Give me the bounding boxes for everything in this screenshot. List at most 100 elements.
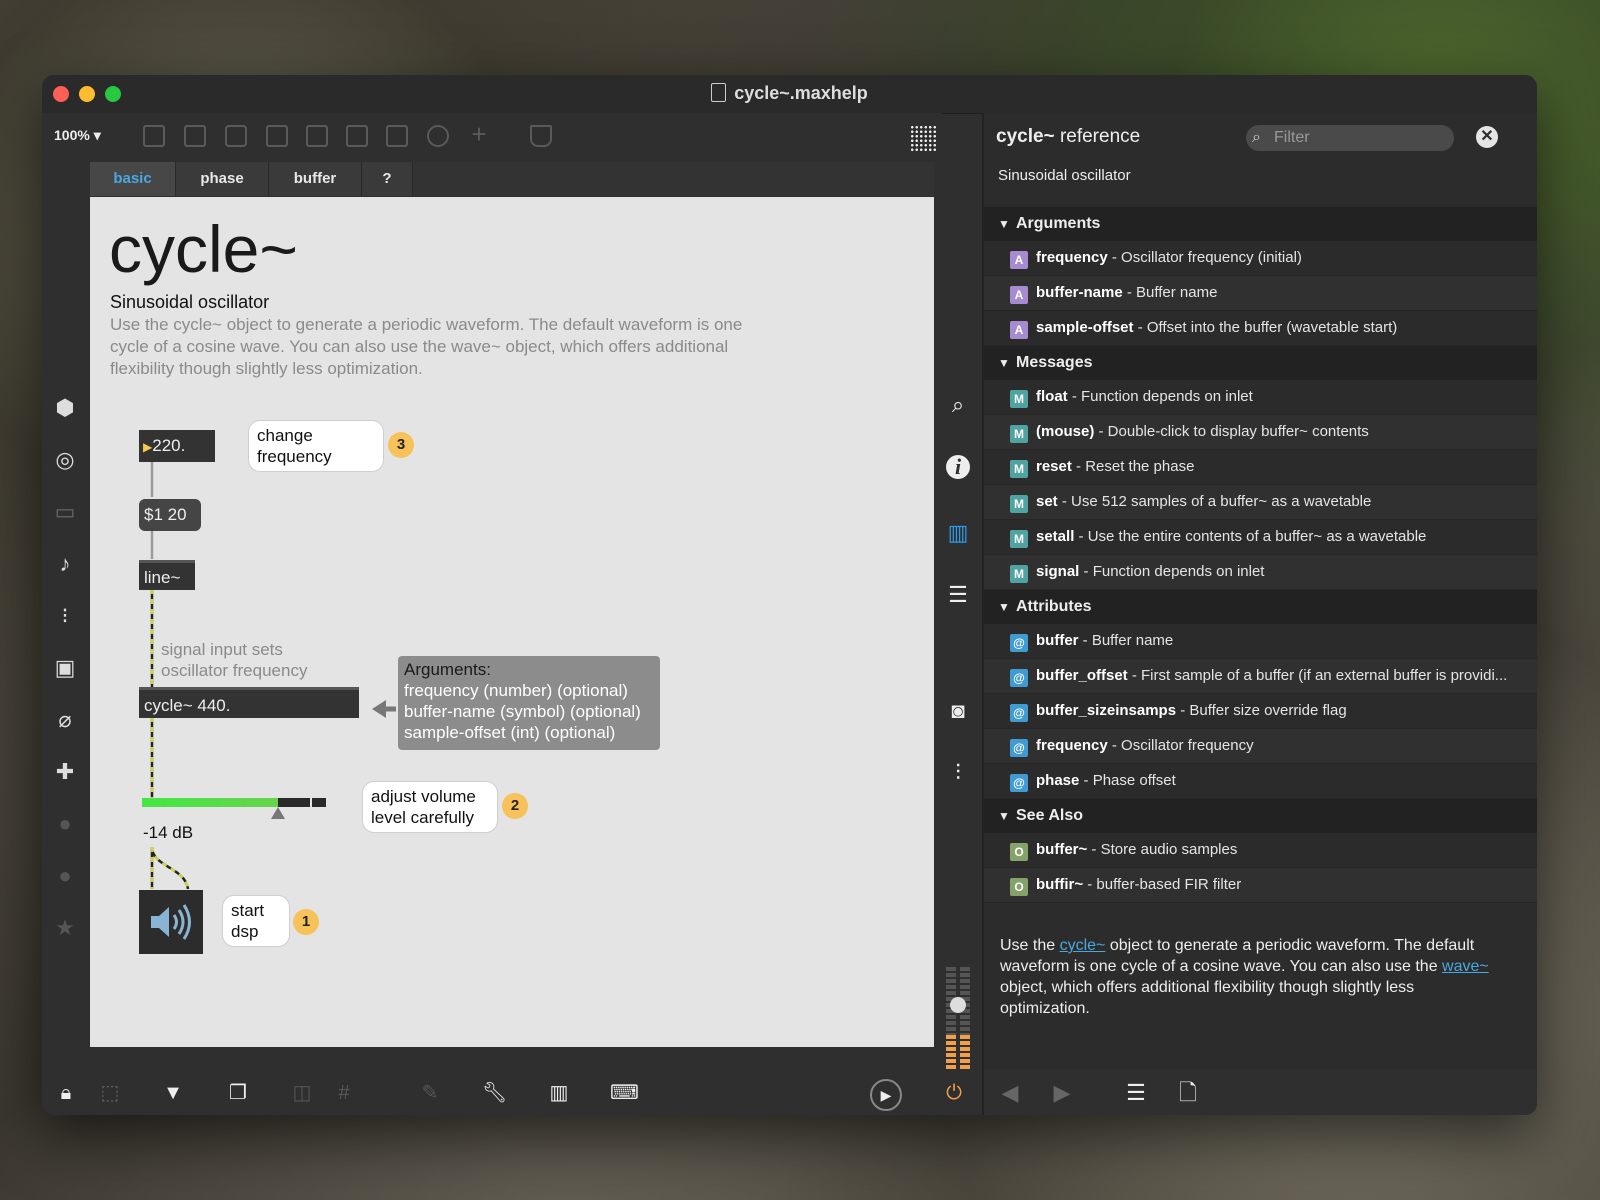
tab-help[interactable]: ? [362,162,413,196]
media-icon[interactable]: ▭ [54,501,76,523]
mute-icon[interactable]: ◫ [290,1081,314,1105]
target-icon[interactable]: ◎ [54,449,76,471]
info-icon[interactable]: i [946,455,970,479]
presentation-select-icon[interactable]: ⬚ [98,1081,122,1105]
row-description: - Phase offset [1079,772,1176,789]
grid-toggle-icon[interactable] [910,125,938,153]
paperclip-icon[interactable]: ⌀ [54,709,76,731]
disclosure-triangle-icon: ▼ [998,809,1010,823]
row-description: - Buffer name [1122,284,1218,301]
gain-slider-knob[interactable] [271,807,285,819]
patcher-canvas[interactable]: cycle~ Sinusoidal oscillator Use the cyc… [90,197,934,1047]
plugin-icon[interactable]: ✚ [54,761,76,783]
reference-row-buffer-offset[interactable]: @ buffer_offset - First sample of a buffe… [984,659,1537,694]
ramp-message-box[interactable]: $1 20 [139,499,201,531]
maxhelp-window: cycle~.maxhelp 100% ▾ + basic phase buff… [42,75,1537,1115]
bubble-line: level carefully [371,808,474,827]
reference-row-buffer[interactable]: @ buffer - Buffer name [984,624,1537,659]
patch-cords [150,460,396,890]
new-comment-icon[interactable] [225,125,247,147]
frequency-number-box[interactable]: ▶220. [139,430,215,462]
new-toggle-icon[interactable] [266,125,288,147]
back-arrow-icon[interactable]: ◀ [998,1081,1022,1105]
transport-play-icon[interactable]: ▶ [870,1079,902,1111]
document-icon[interactable]: 🗋 [1176,1081,1200,1105]
music-note-icon[interactable]: ♪ [54,553,76,575]
new-slider-icon[interactable] [386,125,408,147]
new-button-icon[interactable] [306,125,328,147]
reference-row-setall[interactable]: Msetall - Use the entire contents of a b… [984,520,1537,555]
reference-row-set[interactable]: Mset - Use 512 samples of a buffer~ as a… [984,485,1537,520]
zoom-menu[interactable]: 100% ▾ [54,127,101,144]
sequence-icon[interactable]: ⁝ [54,605,76,627]
ezdac-button[interactable] [139,890,203,954]
debug-icon[interactable]: ✎ [418,1081,442,1105]
packages-icon[interactable]: ⬢ [54,397,76,419]
reference-row-buffer[interactable]: Obuffer~ - Store audio samples [984,833,1537,868]
tab-basic[interactable]: basic [90,162,176,196]
reference-description: Use the cycle~ object to generate a peri… [1000,935,1505,1019]
comment-line: signal input sets [161,640,283,659]
reference-row-mouse[interactable]: M (mouse) - Double-click to display buffe… [984,415,1537,450]
favorites-star-icon[interactable]: ★ [54,917,76,939]
reference-row-buffer-sizeinsamps[interactable]: @ buffer_sizeinsamps - Buffer size overri… [984,694,1537,729]
row-description: - buffer-based FIR filter [1083,876,1242,893]
row-name: float [1036,388,1068,405]
presentation-icon[interactable]: ▼ [161,1081,185,1105]
grid-icon[interactable]: # [332,1081,356,1105]
list-icon[interactable]: ☰ [946,583,970,607]
cycle-link[interactable]: cycle~ [1060,937,1106,954]
close-reference-button[interactable]: ✕ [1476,126,1498,148]
row-description: - Double-click to display buffer~ conten… [1094,423,1369,440]
tab-phase[interactable]: phase [176,162,269,196]
beap-icon[interactable]: ● [54,865,76,887]
reference-row-frequency[interactable]: Afrequency - Oscillator frequency (initi… [984,241,1537,276]
section-see-also[interactable]: ▼ See Also [984,799,1537,833]
new-dial-icon[interactable] [427,125,449,147]
windows-icon[interactable]: ❐ [226,1081,250,1105]
wrench-icon[interactable]: 🔧︎ [482,1081,507,1105]
image-icon[interactable]: ▣ [54,657,76,679]
audio-power-icon[interactable]: ⏻ [942,1081,966,1105]
section-arguments[interactable]: ▼ Arguments [984,207,1537,241]
wave-link[interactable]: wave~ [1442,958,1489,975]
gain-slider[interactable] [142,798,326,807]
reference-row-sample-offset[interactable]: Asample-offset - Offset into the buffer … [984,311,1537,346]
filter-placeholder: Filter [1274,129,1310,146]
reference-row-signal[interactable]: Msignal - Function depends on inlet [984,555,1537,590]
reference-row-phase[interactable]: @ phase - Phase offset [984,764,1537,799]
computer-keyboard-icon[interactable]: ⌨ [610,1081,639,1105]
line-object[interactable]: line~ [139,560,195,590]
meter-volume-knob[interactable] [950,997,966,1013]
row-name: frequency [1036,737,1108,754]
vizzie-icon[interactable]: ● [54,813,76,835]
add-icon[interactable]: + [468,121,490,147]
reference-row-buffir[interactable]: Obuffir~ - buffer-based FIR filter [984,868,1537,903]
reference-list: ▼ Arguments Afrequency - Oscillator frequ… [984,207,1537,903]
reference-row-float[interactable]: Mfloat - Function depends on inlet [984,380,1537,415]
new-number-icon[interactable] [346,125,368,147]
forward-arrow-icon[interactable]: ▶ [1050,1081,1074,1105]
step-badge-3: 3 [388,432,414,458]
reference-book-icon[interactable]: ▥ [946,521,970,545]
cycle-object[interactable]: cycle~ 440. [139,687,359,718]
mixer-icon[interactable]: ⫶ [946,761,970,785]
section-messages[interactable]: ▼ Messages [984,346,1537,380]
type-badge-icon: M [1010,390,1028,408]
lock-icon[interactable]: 🔒︎ [54,1081,78,1105]
piano-keyboard-icon[interactable]: ▥ [547,1081,571,1105]
new-object-icon[interactable] [143,125,165,147]
row-name: reset [1036,458,1072,475]
camera-icon[interactable]: ◙ [946,699,970,723]
paint-bucket-icon[interactable] [530,125,552,147]
section-attributes[interactable]: ▼ Attributes [984,590,1537,624]
menu-icon[interactable]: ☰ [1124,1081,1148,1105]
reference-row-reset[interactable]: Mreset - Reset the phase [984,450,1537,485]
new-message-icon[interactable] [184,125,206,147]
reference-row-buffer-name[interactable]: Abuffer-name - Buffer name [984,276,1537,311]
search-icon[interactable]: ⌕ [946,393,970,417]
tab-buffer[interactable]: buffer [269,162,362,196]
filter-input[interactable]: ⌕ Filter [1246,125,1454,151]
type-badge-icon: M [1010,425,1028,443]
reference-row-frequency[interactable]: @ frequency - Oscillator frequency [984,729,1537,764]
